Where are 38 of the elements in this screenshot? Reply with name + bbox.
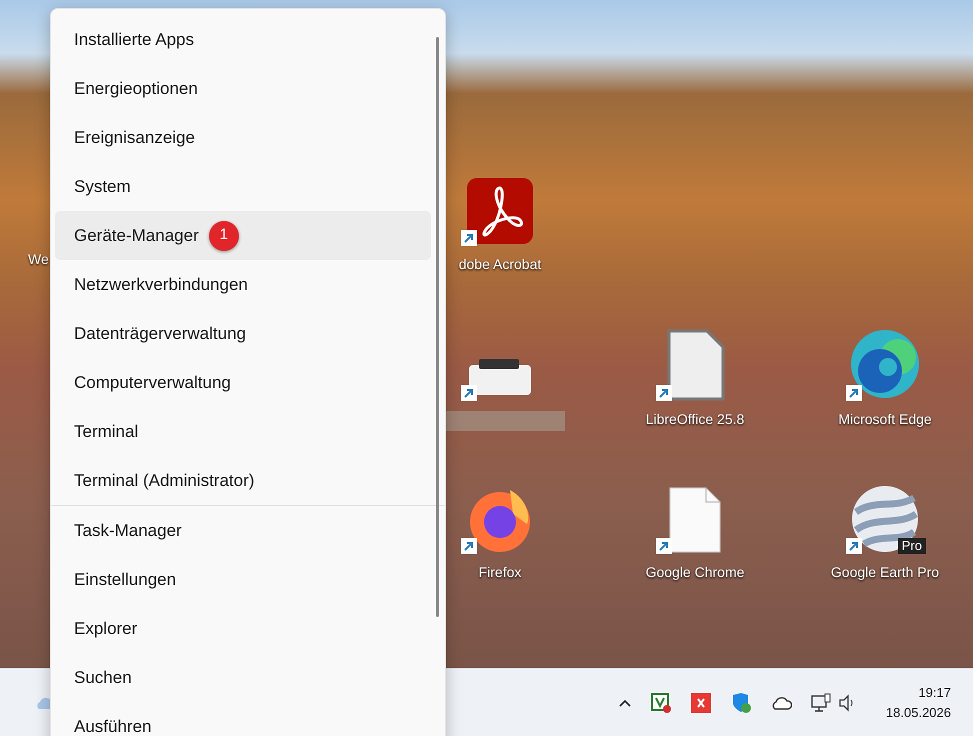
menu-item[interactable]: Datenträgerverwaltung	[55, 309, 431, 358]
blank-file-icon	[668, 486, 722, 554]
desktop-shortcut-icon[interactable]: Pro	[840, 478, 930, 554]
menu-item[interactable]: System	[55, 162, 431, 211]
menu-item[interactable]: Suchen	[55, 653, 431, 702]
menu-item[interactable]: Einstellungen	[55, 555, 431, 604]
desktop-icon-label: Google Earth Pro	[830, 563, 940, 582]
menu-item[interactable]: Ereignisanzeige	[55, 113, 431, 162]
chevron-up-icon[interactable]	[618, 698, 632, 708]
cloud-icon[interactable]	[770, 694, 792, 710]
menu-item[interactable]: Installierte Apps	[55, 15, 431, 64]
document-icon	[665, 327, 725, 401]
clock-time: 19:17	[918, 684, 951, 702]
menu-item[interactable]: Explorer	[55, 604, 431, 653]
menu-item[interactable]: Ausführen	[55, 702, 431, 736]
menu-item[interactable]: Geräte-Manager 1	[55, 211, 431, 260]
menu-item[interactable]: Task-Manager	[55, 506, 431, 555]
desktop-icon-label: Google Chrome	[646, 563, 744, 582]
pro-tag: Pro	[898, 538, 926, 554]
step-badge: 1	[208, 220, 239, 250]
browser-swirl-icon	[848, 327, 922, 401]
menu-item[interactable]: Terminal (Administrator)	[55, 456, 431, 505]
scrollbar-thumb[interactable]	[436, 37, 439, 617]
menu-item[interactable]: Terminal	[55, 407, 431, 456]
menu-item[interactable]: Computerverwaltung	[55, 358, 431, 407]
pdf-app-icon	[465, 176, 535, 246]
network-icon[interactable]	[810, 692, 832, 714]
menu-item[interactable]: Energieoptionen	[55, 64, 431, 113]
desktop-icon-label: LibreOffice 25.8	[646, 410, 744, 429]
app-tray-icon[interactable]	[650, 692, 672, 714]
menu-item[interactable]: Netzwerkverbindungen	[55, 260, 431, 309]
desktop-icon-label: Microsoft Edge	[838, 410, 932, 429]
clock-date: 18.05.2026	[886, 704, 951, 722]
desktop-icon-label: dobe Acrobat	[458, 255, 542, 274]
desktop-icon-label: We	[28, 250, 49, 269]
remote-tray-icon[interactable]	[690, 692, 712, 714]
clock[interactable]: 19:17 18.05.2026	[886, 682, 951, 722]
desktop-icon-label: Firefox	[478, 563, 522, 582]
